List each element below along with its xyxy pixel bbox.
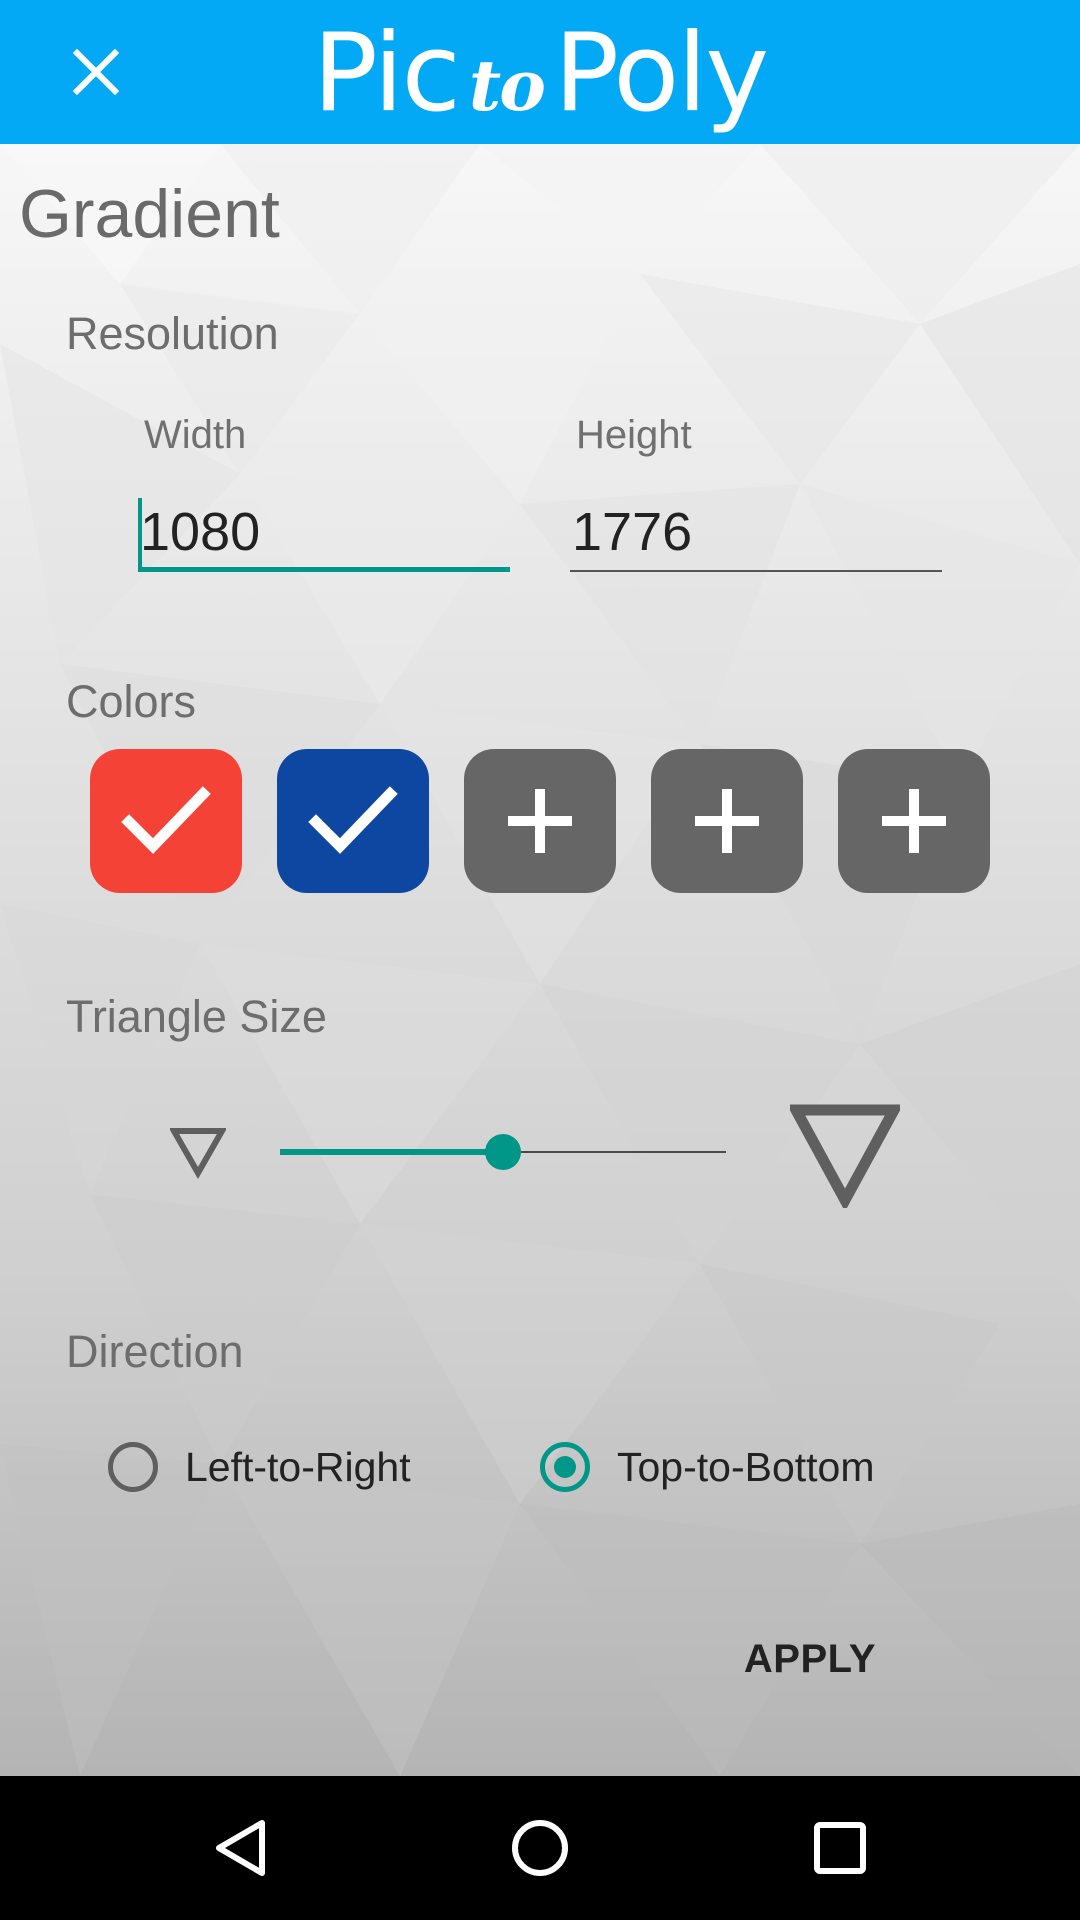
radio-top-to-bottom[interactable]: Top-to-Bottom [540, 1442, 875, 1492]
width-value: 1080 [140, 502, 261, 562]
apply-button[interactable]: APPLY [720, 1614, 900, 1704]
low-poly-background [0, 144, 1080, 1776]
large-triangle-icon [790, 1104, 900, 1208]
width-input-underline [138, 567, 510, 572]
triangle-size-slider[interactable] [280, 1127, 726, 1177]
height-input-underline [570, 570, 942, 572]
add-color-button[interactable] [651, 749, 803, 893]
width-label: Width [144, 413, 247, 457]
gradient-settings-panel: Gradient Resolution Width 1080 Height 17… [0, 144, 1080, 1776]
radio-label: Left-to-Right [185, 1444, 411, 1490]
home-button[interactable] [485, 1803, 595, 1893]
add-color-button[interactable] [464, 749, 616, 893]
height-value: 1776 [572, 502, 693, 562]
app-title-pic: Pic [312, 11, 461, 136]
app-bar: Pic toPoly [0, 0, 1080, 144]
direction-label: Direction [66, 1326, 244, 1377]
color-swatch-blue[interactable] [277, 749, 429, 893]
app-title-to: to [468, 44, 546, 127]
slider-thumb[interactable] [485, 1134, 521, 1170]
app-title-poly: Poly [553, 11, 769, 136]
plus-icon [695, 789, 759, 853]
radio-button-checked [540, 1442, 590, 1492]
colors-label: Colors [66, 676, 197, 727]
back-icon [216, 1820, 265, 1876]
app-title: Pic toPoly [0, 14, 1080, 146]
radio-left-to-right[interactable]: Left-to-Right [108, 1442, 411, 1492]
height-label: Height [576, 413, 692, 457]
radio-label: Top-to-Bottom [617, 1444, 875, 1490]
add-color-button[interactable] [838, 749, 990, 893]
triangle-size-label: Triangle Size [66, 991, 327, 1042]
recents-button[interactable] [785, 1803, 895, 1893]
check-icon [121, 786, 211, 854]
small-triangle-icon [170, 1128, 226, 1179]
check-icon [308, 786, 398, 854]
height-input[interactable]: 1776 [570, 492, 942, 572]
radio-button-unchecked [108, 1442, 158, 1492]
plus-icon [508, 789, 572, 853]
screen-title: Gradient [19, 176, 280, 252]
width-input[interactable]: 1080 [138, 492, 510, 572]
recents-icon [814, 1822, 866, 1874]
home-icon [512, 1820, 568, 1876]
resolution-label: Resolution [66, 308, 279, 359]
back-button[interactable] [185, 1803, 295, 1893]
color-swatch-red[interactable] [90, 749, 242, 893]
plus-icon [882, 789, 946, 853]
slider-fill [280, 1149, 503, 1155]
system-navigation-bar [0, 1776, 1080, 1920]
